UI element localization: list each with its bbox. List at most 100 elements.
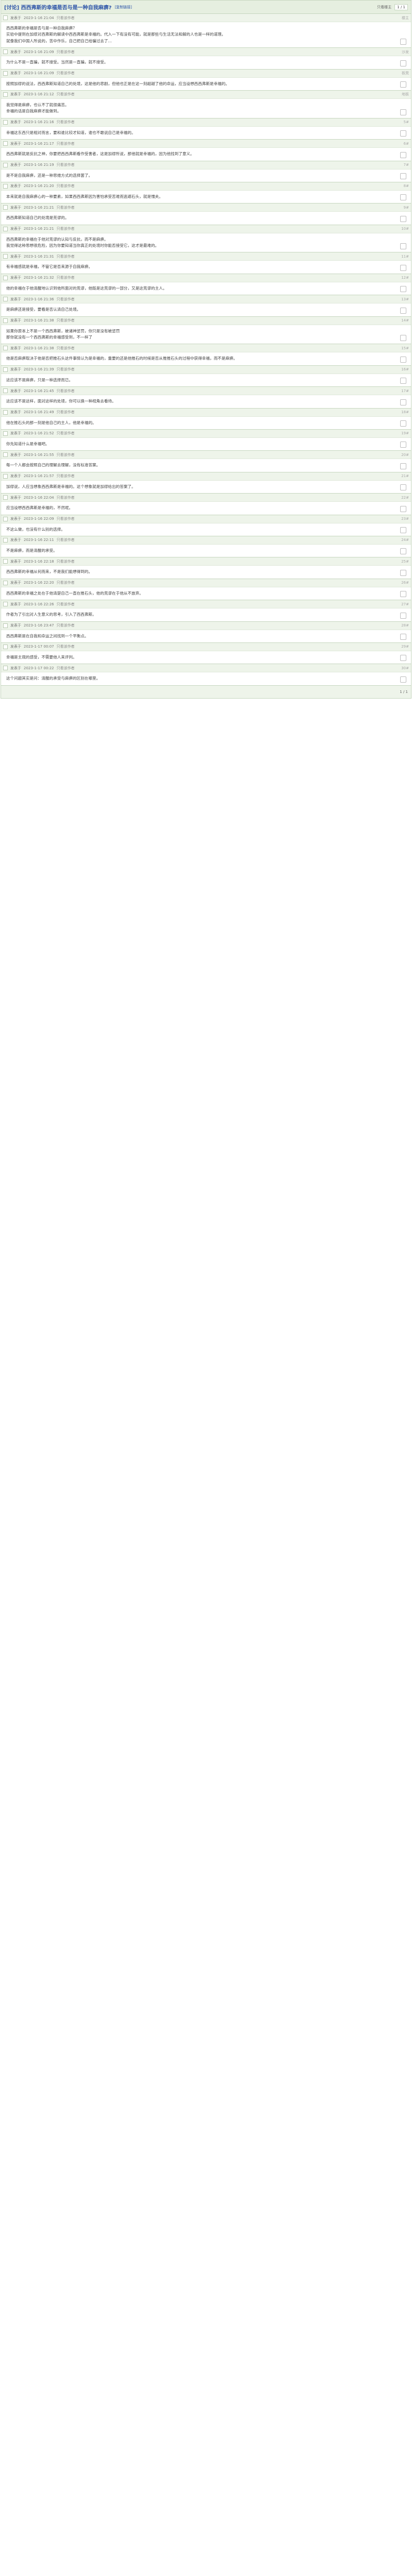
author-only-link[interactable]: 只看该作者: [57, 275, 75, 280]
avatar-icon[interactable]: [3, 205, 8, 210]
reply-icon[interactable]: [400, 612, 406, 619]
avatar-icon[interactable]: [3, 120, 8, 125]
reply-icon[interactable]: [400, 655, 406, 662]
reply-icon[interactable]: [400, 194, 406, 201]
reply-icon[interactable]: [400, 39, 406, 45]
avatar-icon[interactable]: [3, 537, 8, 543]
avatar-icon[interactable]: [3, 346, 8, 351]
author-only-link[interactable]: 只看该作者: [57, 580, 75, 585]
author-only-link[interactable]: 只看该作者: [57, 410, 75, 415]
avatar-icon[interactable]: [3, 49, 8, 55]
reply-icon[interactable]: [400, 676, 406, 683]
author-only-link[interactable]: 只看该作者: [57, 666, 75, 671]
author-only-link[interactable]: 只看该作者: [57, 602, 75, 607]
avatar-icon[interactable]: [3, 580, 8, 585]
author-only-link[interactable]: 只看该作者: [57, 297, 75, 302]
post-text-line: 我觉得是麻痹，也认不了就很痛苦。: [6, 102, 69, 107]
reply-icon[interactable]: [400, 307, 406, 314]
reply-icon[interactable]: [400, 378, 406, 384]
reply-icon[interactable]: [400, 505, 406, 512]
avatar-icon[interactable]: [3, 367, 8, 372]
reply-icon[interactable]: [400, 286, 406, 293]
reply-icon[interactable]: [400, 633, 406, 640]
reply-icon[interactable]: [400, 420, 406, 427]
avatar-icon[interactable]: [3, 183, 8, 189]
reply-icon[interactable]: [400, 130, 406, 137]
avatar-icon[interactable]: [3, 495, 8, 500]
post-text-line: 本来就是自我麻痹心的一种要素，如果西西弗斯因为害怕承受苦难而逃避石头，就是懦夫。: [6, 194, 163, 199]
avatar-icon[interactable]: [3, 623, 8, 628]
reply-icon[interactable]: [400, 463, 406, 469]
author-only-link[interactable]: 只看该作者: [57, 452, 75, 457]
author-only-link[interactable]: 只看该作者: [57, 120, 75, 125]
reply-icon[interactable]: [400, 548, 406, 555]
avatar-icon[interactable]: [3, 275, 8, 280]
reply-icon[interactable]: [400, 527, 406, 533]
avatar-icon[interactable]: [3, 226, 8, 231]
author-only-link[interactable]: 只看该作者: [57, 162, 75, 167]
post: 发表于 2023-1-16 21:17 只看该作者 6# 西西弗斯就是反抗之神，你要把西…: [1, 140, 411, 161]
author-only-link[interactable]: 只看该作者: [57, 431, 75, 436]
reply-icon[interactable]: [400, 215, 406, 222]
author-only-link[interactable]: 只看该作者: [57, 15, 75, 21]
author-only-link[interactable]: 只看该作者: [57, 71, 75, 76]
avatar-icon[interactable]: [3, 15, 8, 20]
author-only-link[interactable]: 只看该作者: [57, 537, 75, 543]
avatar-icon[interactable]: [3, 141, 8, 146]
reply-icon[interactable]: [400, 60, 406, 66]
reply-icon[interactable]: [400, 484, 406, 491]
avatar-icon[interactable]: [3, 516, 8, 521]
reply-icon[interactable]: [400, 243, 406, 250]
avatar-icon[interactable]: [3, 71, 8, 76]
reply-icon[interactable]: [400, 109, 406, 115]
author-only-link[interactable]: 只看该作者: [57, 516, 75, 521]
reply-icon[interactable]: [400, 442, 406, 448]
reply-icon[interactable]: [400, 399, 406, 405]
author-only-link[interactable]: 只看该作者: [57, 346, 75, 351]
reply-icon[interactable]: [400, 591, 406, 598]
footer-page-indicator[interactable]: 1 / 1: [400, 690, 408, 694]
reply-icon[interactable]: [400, 569, 406, 576]
author-only-link[interactable]: 只看该作者: [57, 388, 75, 394]
author-only-link[interactable]: 只看该作者: [57, 623, 75, 628]
author-only-link[interactable]: 只看该作者: [57, 205, 75, 210]
avatar-icon[interactable]: [3, 559, 8, 564]
author-only-link[interactable]: 只看该作者: [57, 254, 75, 259]
post-header: 发表于 2023-1-16 21:31 只看该作者 11#: [1, 252, 411, 261]
page-indicator[interactable]: 1 / 1: [394, 4, 408, 10]
avatar-icon[interactable]: [3, 452, 8, 457]
author-only-link[interactable]: 只看楼主: [377, 5, 391, 10]
avatar-icon[interactable]: [3, 473, 8, 479]
author-only-link[interactable]: 只看该作者: [57, 644, 75, 649]
author-only-link[interactable]: 只看该作者: [57, 141, 75, 146]
avatar-icon[interactable]: [3, 254, 8, 259]
avatar-icon[interactable]: [3, 602, 8, 607]
post-header: 发表于 2023-1-16 21:21 只看该作者 10#: [1, 225, 411, 233]
avatar-icon[interactable]: [3, 92, 8, 97]
copy-link-button[interactable]: [复制链接]: [114, 5, 131, 10]
reply-icon[interactable]: [400, 264, 406, 271]
reply-icon[interactable]: [400, 81, 406, 88]
author-only-link[interactable]: 只看该作者: [57, 473, 75, 479]
avatar-icon[interactable]: [3, 162, 8, 167]
author-only-link[interactable]: 只看该作者: [57, 318, 75, 323]
avatar-icon[interactable]: [3, 388, 8, 394]
avatar-icon[interactable]: [3, 666, 8, 671]
author-only-link[interactable]: 只看该作者: [57, 92, 75, 97]
post-header: 发表于 2023-1-16 22:04 只看该作者 22#: [1, 494, 411, 502]
author-only-link[interactable]: 只看该作者: [57, 367, 75, 372]
reply-icon[interactable]: [400, 335, 406, 342]
reply-icon[interactable]: [400, 151, 406, 158]
author-only-link[interactable]: 只看该作者: [57, 183, 75, 189]
avatar-icon[interactable]: [3, 410, 8, 415]
avatar-icon[interactable]: [3, 318, 8, 323]
author-only-link[interactable]: 只看该作者: [57, 226, 75, 231]
author-only-link[interactable]: 只看该作者: [57, 495, 75, 500]
avatar-icon[interactable]: [3, 431, 8, 436]
reply-icon[interactable]: [400, 356, 406, 363]
reply-icon[interactable]: [400, 173, 406, 179]
avatar-icon[interactable]: [3, 644, 8, 649]
avatar-icon[interactable]: [3, 297, 8, 302]
author-only-link[interactable]: 只看该作者: [57, 559, 75, 564]
author-only-link[interactable]: 只看该作者: [57, 49, 75, 55]
